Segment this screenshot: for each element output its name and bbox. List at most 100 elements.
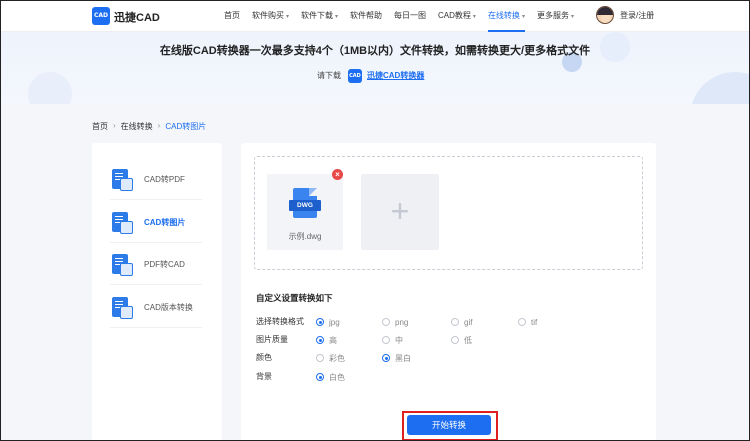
radio-option[interactable]: 彩色 (316, 352, 345, 364)
nav-item-label: 软件购买 (252, 11, 284, 20)
sidebar-item-label: CAD版本转换 (144, 303, 193, 312)
chevron-right-icon: › (157, 121, 161, 130)
radio-option[interactable]: png (382, 316, 408, 328)
settings-row-label: 颜色 (256, 353, 272, 362)
sidebar-item-label: PDF转CAD (144, 260, 185, 269)
radio-button[interactable] (382, 354, 390, 362)
radio-option-label: 低 (464, 335, 472, 345)
sidebar-item-1[interactable]: CAD转图片 (110, 203, 202, 243)
radio-option[interactable]: 白色 (316, 371, 345, 383)
remove-file-icon[interactable]: × (332, 169, 343, 180)
radio-option[interactable]: jpg (316, 316, 340, 328)
chevron-down-icon: ▾ (286, 14, 290, 20)
add-file-button[interactable]: + (361, 174, 439, 250)
settings-row-label: 选择转换格式 (256, 317, 304, 326)
download-converter-link[interactable]: 迅捷CAD转换器 (367, 68, 424, 84)
decorative-circle (28, 72, 72, 104)
chevron-down-icon: ▾ (570, 14, 574, 20)
radio-option-label: 中 (395, 335, 403, 345)
nav-item-5[interactable]: CAD教程 ▾ (432, 0, 482, 32)
uploaded-file-card[interactable]: DWG 示例.dwg (267, 174, 343, 250)
breadcrumb-online-convert[interactable]: 在线转换 (121, 121, 153, 132)
nav-item-label: 软件下载 (301, 11, 334, 20)
sidebar-item-2[interactable]: PDF转CAD (110, 245, 202, 285)
start-convert-button[interactable]: 开始转换 (407, 415, 491, 435)
settings-row-label: 图片质量 (256, 335, 288, 344)
nav-item-label: 在线转换 (487, 11, 520, 20)
chevron-right-icon: › (113, 121, 116, 130)
radio-button[interactable] (316, 336, 324, 344)
upload-dropzone[interactable]: DWG 示例.dwg × + (254, 156, 643, 270)
promo-banner: 在线版CAD转换器一次最多支持4个（1MB以内）文件转换，如需转换更大/更多格式… (0, 32, 750, 104)
dwg-file-icon: DWG (289, 188, 321, 222)
nav-item-label: 更多服务 (536, 11, 569, 20)
breadcrumb: 首页 › 在线转换 › CAD转图片 (92, 121, 206, 132)
file-name: 示例.dwg (288, 232, 322, 241)
breadcrumb-current: CAD转图片 (165, 122, 207, 131)
nav-item-7[interactable]: 更多服务 ▾ (531, 0, 580, 32)
nav-item-1[interactable]: 软件购买 ▾ (246, 0, 295, 32)
radio-option-label: 彩色 (329, 353, 345, 363)
radio-option[interactable]: 低 (451, 334, 472, 346)
converter-panel: DWG 示例.dwg × + 自定义设置转换如下 选择转换格式 jpg png gif… (241, 143, 656, 441)
radio-button[interactable] (382, 336, 390, 344)
radio-option-label: 高 (329, 335, 337, 345)
settings-row-label: 背景 (256, 372, 272, 381)
radio-option[interactable]: tif (518, 316, 537, 328)
radio-button[interactable] (518, 318, 526, 326)
radio-button[interactable] (316, 354, 324, 362)
download-prompt: 请下载 CAD 迅捷CAD转换器 (317, 68, 424, 84)
nav-item-0[interactable]: 首页 (218, 0, 246, 32)
nav-item-label: CAD教程 (438, 11, 471, 20)
settings-row-0: 选择转换格式 jpg png gif tif (256, 316, 646, 328)
chevron-down-icon: ▾ (521, 14, 525, 20)
nav-item-2[interactable]: 软件下载 ▾ (295, 0, 344, 32)
radio-button[interactable] (451, 336, 459, 344)
radio-option[interactable]: 黑白 (382, 352, 411, 364)
cad-logo-icon[interactable]: CAD (92, 7, 110, 25)
download-prompt-text: 请下载 (317, 71, 341, 80)
file-type-tag: DWG (289, 200, 321, 211)
settings-row-1: 图片质量 高 中 低 (256, 334, 646, 346)
radio-button[interactable] (316, 318, 324, 326)
sidebar-item-3[interactable]: CAD版本转换 (110, 288, 202, 328)
user-avatar-icon[interactable] (596, 6, 614, 24)
pdf-to-cad-icon (110, 253, 134, 277)
settings-row-3: 背景 白色 (256, 371, 646, 383)
login-register-link[interactable]: 登录/注册 (620, 0, 654, 32)
radio-option-label: gif (464, 317, 473, 327)
sidebar-item-label: CAD转PDF (144, 175, 185, 184)
top-header: CAD 迅捷CAD 首页 软件购买 ▾ 软件下载 ▾ 软件帮助 每日一图 CAD教程 ▾ 在线转换… (0, 0, 750, 32)
brand-name[interactable]: 迅捷CAD (114, 9, 160, 25)
converter-sidebar: CAD转PDF CAD转图片 PDF转CAD CAD版本转换 (92, 143, 222, 441)
cad-version-icon (110, 296, 134, 320)
nav-item-3[interactable]: 软件帮助 (344, 0, 388, 32)
nav-item-label: 软件帮助 (350, 11, 383, 20)
settings-row-2: 颜色 彩色 黑白 (256, 352, 646, 364)
breadcrumb-home[interactable]: 首页 (92, 121, 108, 132)
radio-option[interactable]: 中 (382, 334, 403, 346)
radio-button[interactable] (316, 373, 324, 381)
radio-option-label: 黑白 (395, 353, 411, 363)
radio-button[interactable] (451, 318, 459, 326)
nav-item-6[interactable]: 在线转换 ▾ (482, 0, 531, 32)
chevron-down-icon: ▾ (472, 14, 476, 20)
nav-item-4[interactable]: 每日一图 (388, 0, 432, 32)
radio-option-label: tif (531, 317, 538, 327)
radio-option[interactable]: 高 (316, 334, 337, 346)
sidebar-item-0[interactable]: CAD转PDF (110, 160, 202, 200)
radio-option-label: jpg (329, 317, 340, 327)
sidebar-item-label: CAD转图片 (144, 218, 186, 227)
cad-to-image-icon (110, 211, 134, 235)
nav-item-label: 首页 (224, 11, 240, 20)
main-nav: 首页 软件购买 ▾ 软件下载 ▾ 软件帮助 每日一图 CAD教程 ▾ 在线转换 ▾ 更多服务 ▾ (218, 0, 580, 32)
banner-title: 在线版CAD转换器一次最多支持4个（1MB以内）文件转换，如需转换更大/更多格式… (159, 45, 591, 57)
settings-title: 自定义设置转换如下 (256, 293, 333, 303)
cad-converter-icon[interactable]: CAD (348, 69, 362, 83)
radio-option-label: png (395, 317, 409, 327)
chevron-down-icon: ▾ (335, 14, 339, 20)
radio-option-label: 白色 (329, 372, 345, 382)
radio-option[interactable]: gif (451, 316, 472, 328)
radio-button[interactable] (382, 318, 390, 326)
nav-item-label: 每日一图 (394, 11, 427, 20)
